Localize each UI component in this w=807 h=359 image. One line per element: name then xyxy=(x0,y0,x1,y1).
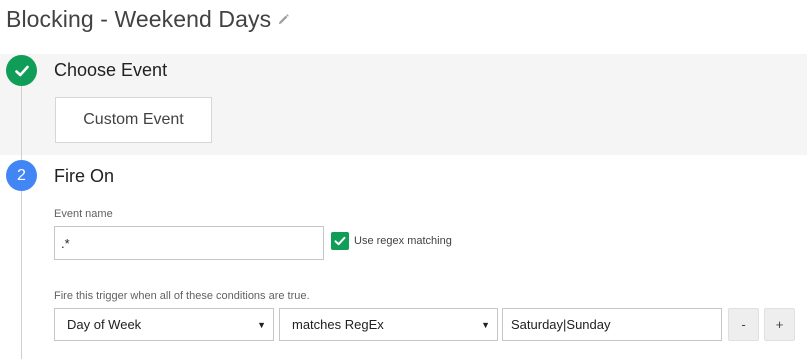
step-number-badge: 2 xyxy=(6,160,37,191)
fire-on-title: Fire On xyxy=(54,166,115,186)
dropdown-caret-icon: ▼ xyxy=(257,319,266,330)
variable-select-value: Day of Week xyxy=(67,317,142,332)
pencil-icon[interactable] xyxy=(278,14,290,25)
regex-checkbox-label[interactable]: Use regex matching xyxy=(354,235,452,247)
dropdown-caret-icon: ▼ xyxy=(481,319,490,330)
condition-value-input[interactable]: Saturday|Sunday xyxy=(502,308,722,341)
page-title: Blocking - Weekend Days xyxy=(6,6,290,33)
event-name-label: Event name xyxy=(54,208,113,220)
choose-event-title: Choose Event xyxy=(54,60,168,80)
conditions-label: Fire this trigger when all of these cond… xyxy=(54,290,310,302)
variable-select[interactable]: Day of Week ▼ xyxy=(54,308,274,341)
custom-event-button[interactable]: Custom Event xyxy=(55,97,212,143)
regex-checkbox[interactable] xyxy=(331,232,349,250)
add-condition-button[interactable]: + xyxy=(764,308,795,341)
check-icon xyxy=(6,55,37,86)
operator-select[interactable]: matches RegEx ▼ xyxy=(279,308,498,341)
checkmark-icon xyxy=(334,236,346,246)
operator-select-value: matches RegEx xyxy=(292,317,384,332)
page-title-text: Blocking - Weekend Days xyxy=(6,6,272,32)
remove-condition-button[interactable]: - xyxy=(728,308,759,341)
step-timeline xyxy=(21,84,22,359)
event-name-input[interactable]: .* xyxy=(54,226,324,260)
